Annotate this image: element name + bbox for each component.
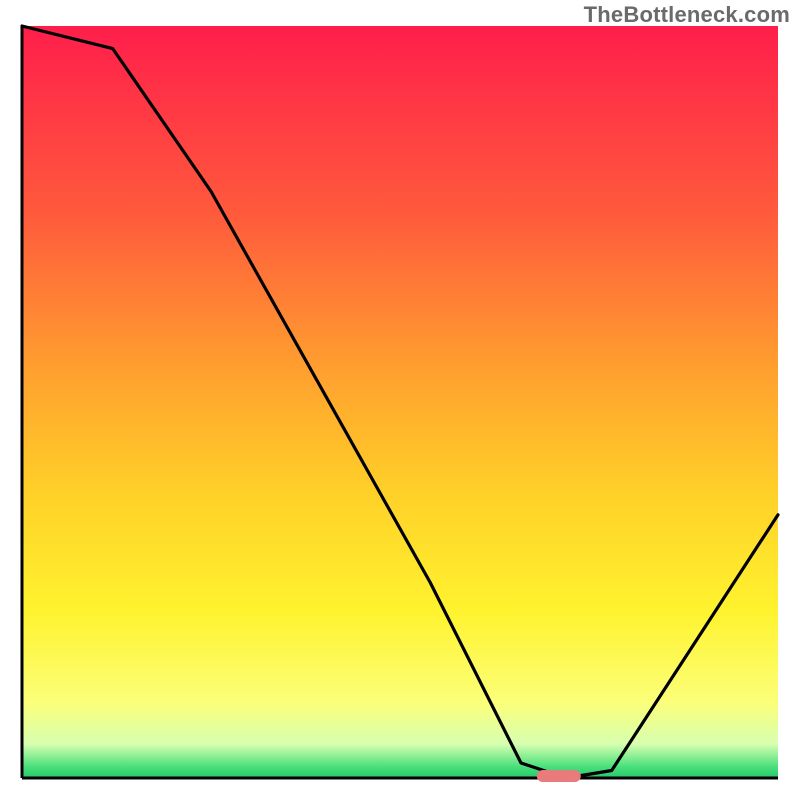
optimal-marker	[537, 770, 581, 782]
bottleneck-chart	[0, 0, 800, 800]
watermark-text: TheBottleneck.com	[584, 2, 790, 28]
plot-background	[22, 26, 778, 778]
chart-stage: TheBottleneck.com	[0, 0, 800, 800]
